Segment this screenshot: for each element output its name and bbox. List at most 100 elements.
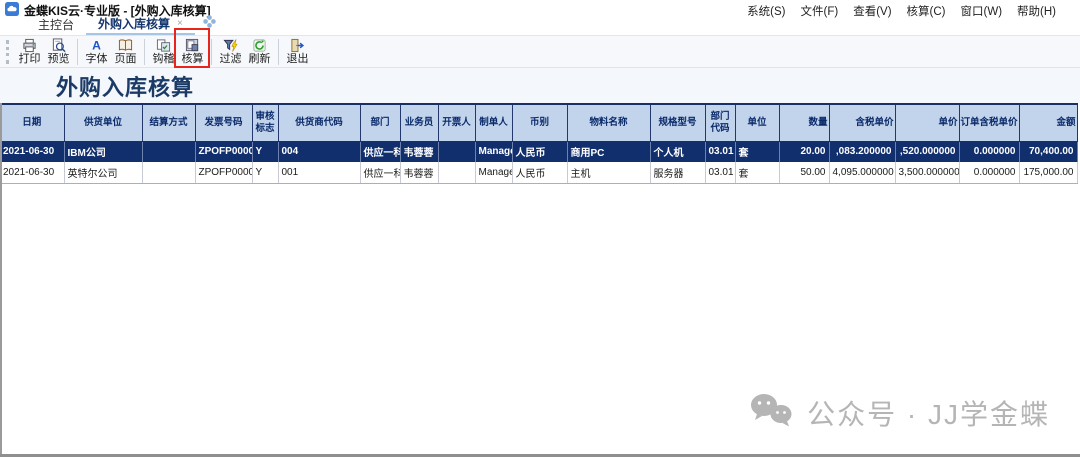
table-cell[interactable]: 2021-06-30 (0, 141, 64, 162)
watermark: 公众号 · JJ学金蝶 (749, 392, 1050, 433)
table-cell[interactable]: Y (252, 141, 278, 162)
printer-icon (22, 38, 37, 53)
column-header[interactable]: 订单含税单价 (959, 104, 1019, 141)
window-left-edge (0, 103, 2, 457)
tab-purchase-inbound-accounting[interactable]: 外购入库核算 × (86, 14, 195, 35)
table-cell[interactable]: 套 (735, 141, 779, 162)
table-cell[interactable]: ZPOFP0000 (195, 141, 252, 162)
table-cell[interactable]: IBM公司 (64, 141, 142, 162)
column-header[interactable]: 供货单位 (64, 104, 142, 141)
button-label: 核算 (182, 53, 204, 66)
button-label: 字体 (86, 53, 108, 66)
tab-label: 外购入库核算 (98, 15, 170, 32)
exit-icon (290, 38, 305, 53)
table-cell[interactable]: ,083.200000 (829, 141, 895, 162)
toolbar: 打印 预览 A 字体 页面 钩稽 核算 过滤 刷新 退出 (0, 36, 1080, 68)
table-cell[interactable]: 供应一科 (360, 162, 400, 183)
toolbar-drag-handle[interactable] (6, 40, 10, 64)
menu-file[interactable]: 文件(F) (801, 3, 839, 19)
table-cell[interactable]: 人民币 (512, 141, 567, 162)
table-cell[interactable]: Manage (475, 141, 512, 162)
menu-window[interactable]: 窗口(W) (961, 3, 1003, 19)
button-label: 页面 (115, 53, 137, 66)
column-header[interactable]: 结算方式 (142, 104, 195, 141)
tab-close-icon[interactable]: × (177, 18, 183, 29)
table-cell[interactable]: 001 (278, 162, 360, 183)
table-row[interactable]: 2021-06-30英特尔公司 ZPOFP00002Y001供应一科韦蓉蓉 Mana… (0, 162, 1077, 183)
button-label: 打印 (19, 53, 41, 66)
table-cell[interactable]: Manager (475, 162, 512, 183)
column-header[interactable]: 含税单价 (829, 104, 895, 141)
menu-help[interactable]: 帮助(H) (1017, 3, 1056, 19)
table-cell[interactable] (142, 141, 195, 162)
column-header[interactable]: 数量 (779, 104, 829, 141)
table-cell[interactable]: 服务器 (650, 162, 705, 183)
font-button[interactable]: A 字体 (82, 37, 111, 66)
filter-icon (223, 38, 238, 53)
table-cell[interactable]: 4,095.000000 (829, 162, 895, 183)
table-cell[interactable]: ,520.000000 (895, 141, 959, 162)
table-cell[interactable]: 50.00 (779, 162, 829, 183)
table-cell[interactable]: 0.000000 (959, 141, 1019, 162)
tab-main-console[interactable]: 主控台 (26, 15, 86, 35)
tab-label: 主控台 (38, 18, 74, 32)
table-cell[interactable] (142, 162, 195, 183)
table-cell[interactable]: 个人机 (650, 141, 705, 162)
preview-button[interactable]: 预览 (44, 37, 73, 66)
table-cell[interactable]: 3,500.000000 (895, 162, 959, 183)
table-cell[interactable]: 人民币 (512, 162, 567, 183)
table-cell[interactable]: 03.01 (705, 162, 735, 183)
table-row[interactable]: 2021-06-30IBM公司 ZPOFP0000Y004供应一科韦蓉蓉 Manag… (0, 141, 1077, 162)
column-header[interactable]: 单价 (895, 104, 959, 141)
button-label: 钩稽 (153, 53, 175, 66)
table-cell[interactable]: 2021-06-30 (0, 162, 64, 183)
column-header[interactable]: 日期 (0, 104, 64, 141)
table-cell[interactable]: 供应一科 (360, 141, 400, 162)
table-cell[interactable]: 英特尔公司 (64, 162, 142, 183)
header-row: 日期供货单位结算方式发票号码审核标志供货商代码部门业务员开票人制单人币别物料名称… (0, 104, 1077, 141)
column-header[interactable]: 制单人 (475, 104, 512, 141)
table-cell[interactable]: 主机 (567, 162, 650, 183)
app-cloud-icon (5, 2, 19, 19)
column-header[interactable]: 部门 (360, 104, 400, 141)
table-cell[interactable]: 03.01 (705, 141, 735, 162)
reconcile-button[interactable]: 钩稽 (149, 37, 178, 66)
new-tab-icon[interactable] (203, 15, 216, 35)
table-cell[interactable]: 70,400.00 (1019, 141, 1077, 162)
column-header[interactable]: 币别 (512, 104, 567, 141)
table-cell[interactable]: Y (252, 162, 278, 183)
table-cell[interactable] (438, 141, 475, 162)
page-setup-button[interactable]: 页面 (111, 37, 140, 66)
table-cell[interactable]: 004 (278, 141, 360, 162)
toolbar-separator (211, 39, 212, 65)
table-cell[interactable]: 0.000000 (959, 162, 1019, 183)
column-header[interactable]: 规格型号 (650, 104, 705, 141)
column-header[interactable]: 金额 (1019, 104, 1077, 141)
table-cell[interactable]: 韦蓉蓉 (400, 162, 438, 183)
table-cell[interactable]: ZPOFP00002 (195, 162, 252, 183)
column-header[interactable]: 审核标志 (252, 104, 278, 141)
refresh-button[interactable]: 刷新 (245, 37, 274, 66)
table-cell[interactable]: 商用PC (567, 141, 650, 162)
table-cell[interactable]: 韦蓉蓉 (400, 141, 438, 162)
column-header[interactable]: 发票号码 (195, 104, 252, 141)
column-header[interactable]: 业务员 (400, 104, 438, 141)
table-cell[interactable]: 20.00 (779, 141, 829, 162)
column-header[interactable]: 部门代码 (705, 104, 735, 141)
table-cell[interactable]: 套 (735, 162, 779, 183)
menu-accounting[interactable]: 核算(C) (907, 3, 946, 19)
column-header[interactable]: 供货商代码 (278, 104, 360, 141)
filter-button[interactable]: 过滤 (216, 37, 245, 66)
table-cell[interactable] (438, 162, 475, 183)
reconcile-icon (156, 38, 171, 53)
exit-button[interactable]: 退出 (283, 37, 312, 66)
accounting-table: 日期供货单位结算方式发票号码审核标志供货商代码部门业务员开票人制单人币别物料名称… (0, 103, 1078, 184)
print-button[interactable]: 打印 (15, 37, 44, 66)
column-header[interactable]: 单位 (735, 104, 779, 141)
column-header[interactable]: 物料名称 (567, 104, 650, 141)
column-header[interactable]: 开票人 (438, 104, 475, 141)
menu-view[interactable]: 查看(V) (853, 3, 891, 19)
calculate-button[interactable]: 核算 (178, 37, 207, 66)
menu-system[interactable]: 系统(S) (747, 3, 785, 19)
table-cell[interactable]: 175,000.00 (1019, 162, 1077, 183)
